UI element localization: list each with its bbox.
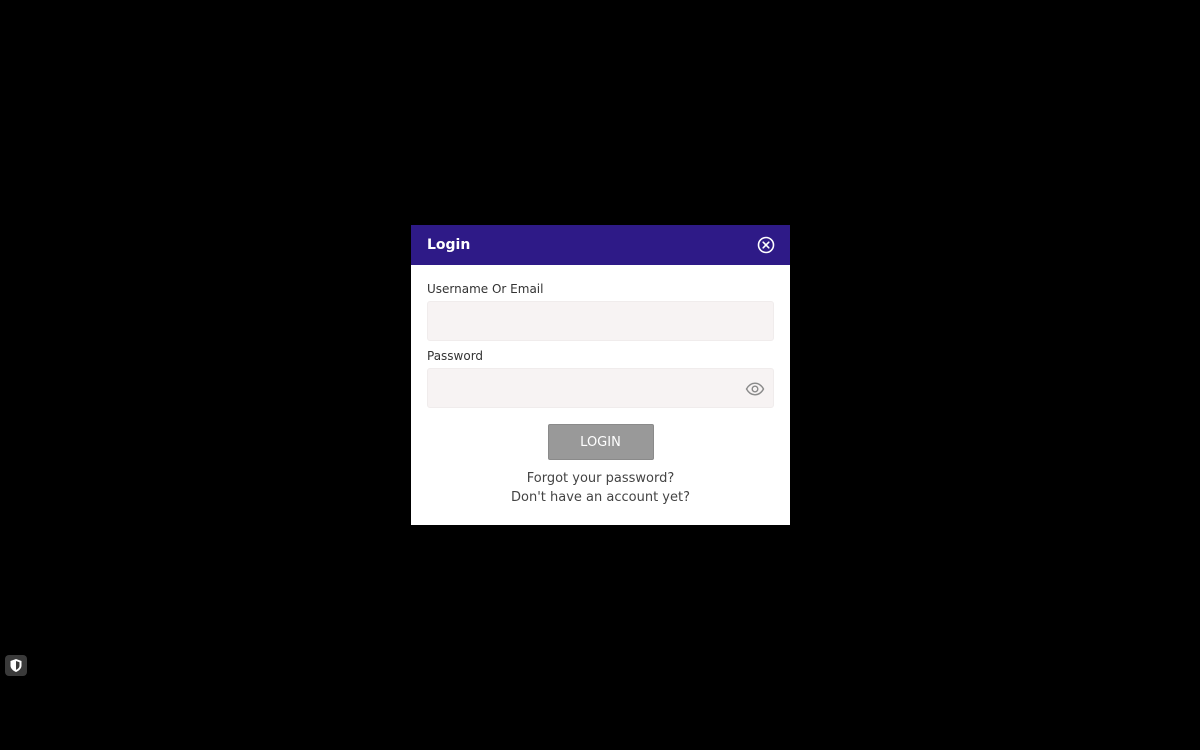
username-input[interactable] <box>428 302 773 340</box>
login-modal: Login Username Or Email Password LOGIN F… <box>411 225 790 525</box>
privacy-badge[interactable] <box>5 655 27 676</box>
forgot-password-link[interactable]: Forgot your password? <box>427 470 774 489</box>
signup-link[interactable]: Don't have an account yet? <box>427 489 774 508</box>
modal-header: Login <box>411 225 790 265</box>
login-button[interactable]: LOGIN <box>547 424 654 460</box>
modal-title: Login <box>427 237 471 253</box>
password-label: Password <box>427 349 484 363</box>
page: Login Username Or Email Password LOGIN F… <box>0 0 1200 750</box>
auth-links: Forgot your password? Don't have an acco… <box>427 470 774 508</box>
modal-body: Username Or Email Password LOGIN Forgot … <box>411 265 790 508</box>
close-icon[interactable] <box>756 235 776 255</box>
password-field-wrapper <box>427 368 774 408</box>
shield-icon <box>10 659 22 672</box>
username-field-wrapper <box>427 301 774 341</box>
eye-icon[interactable] <box>745 379 765 399</box>
password-input[interactable] <box>428 369 773 407</box>
username-label: Username Or Email <box>427 282 544 296</box>
